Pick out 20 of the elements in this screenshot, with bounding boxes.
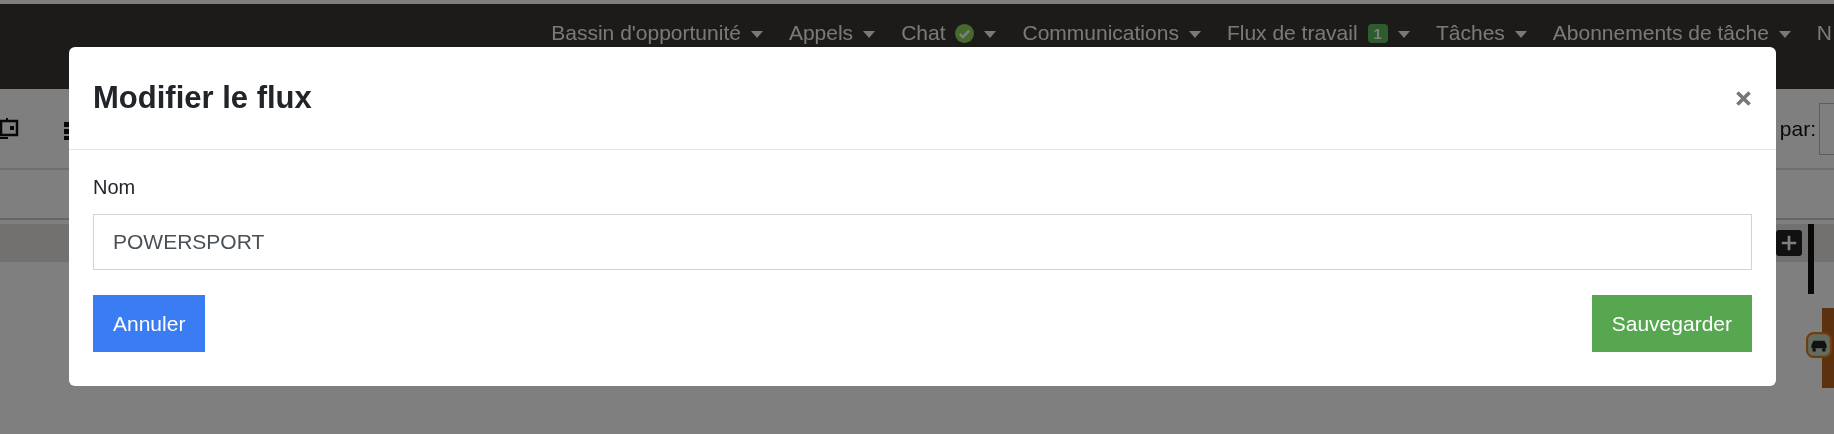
check-status-icon [955,24,975,43]
nav-menu-item[interactable]: Appels [788,21,876,89]
count-badge: 1 [1367,24,1388,43]
nav-menu-item[interactable]: Abonnements de tâche [1552,21,1791,89]
nav-menu-item[interactable]: N [1816,21,1832,89]
dialog-title: Modifier le flux [93,80,312,116]
nav-menu-item[interactable]: Communications [1022,21,1201,89]
sort-label: par: [1779,116,1816,141]
calendar-icon[interactable] [0,115,20,142]
car-icon [1806,332,1832,358]
nav-menu-item[interactable]: Bassin d'opportunité [551,21,763,89]
close-icon[interactable] [1735,89,1752,107]
nav-menu-item[interactable]: Flux de travail 1 [1226,21,1410,89]
add-button[interactable] [1776,230,1802,256]
nav-menu-item[interactable]: Tâches [1435,21,1527,89]
nav-menu-item[interactable]: Chat [901,21,997,89]
save-button[interactable]: Sauvegarder [1591,295,1752,352]
name-field[interactable]: POWERSPORT [93,214,1752,270]
cancel-button[interactable]: Annuler [93,295,206,352]
field-label: Nom [93,176,137,200]
